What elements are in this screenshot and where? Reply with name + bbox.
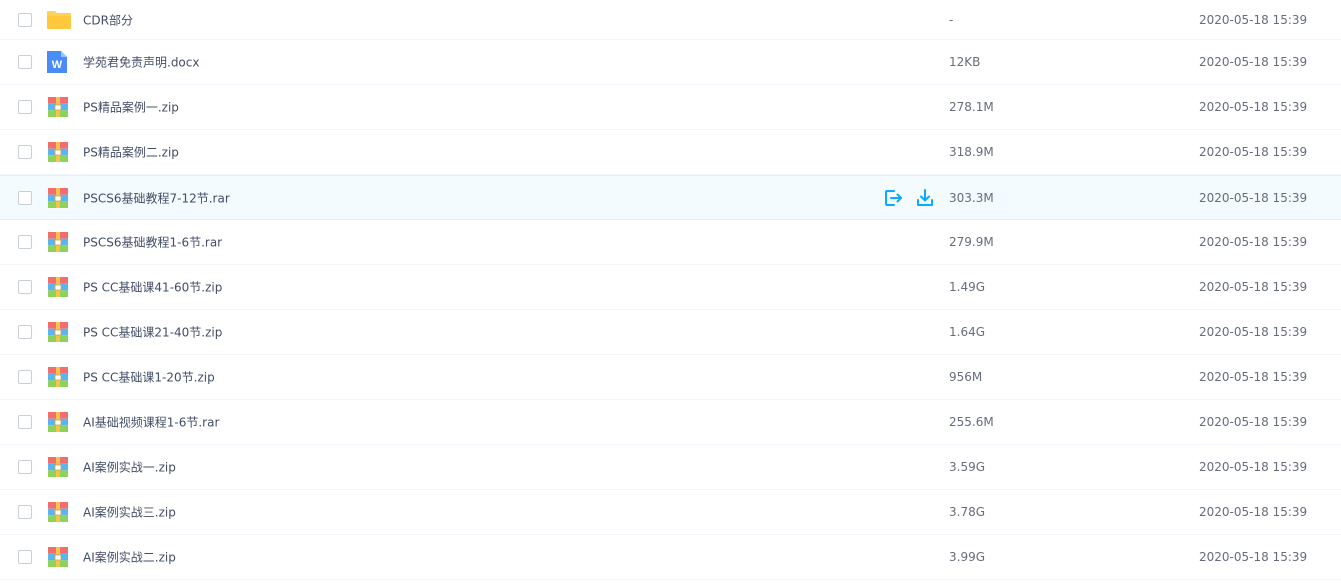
file-row[interactable]: AI基础视频课程1-6节.rar 255.6M 2020-05-18 15:39 (0, 400, 1341, 445)
archive-icon (46, 500, 70, 524)
download-icon[interactable] (915, 188, 935, 208)
row-checkbox[interactable] (18, 460, 32, 474)
file-size: 956M (949, 370, 983, 384)
row-checkbox[interactable] (18, 145, 32, 159)
file-row[interactable]: PSCS6基础教程1-6节.rar 279.9M 2020-05-18 15:3… (0, 220, 1341, 265)
file-date: 2020-05-18 15:39 (1199, 370, 1308, 384)
archive-icon (46, 140, 70, 164)
folder-icon (46, 8, 71, 32)
file-row[interactable]: W 学苑君免责声明.docx 12KB 2020-05-18 15:39 (0, 40, 1341, 85)
file-name[interactable]: PS精品案例二.zip (83, 144, 179, 161)
archive-icon (46, 365, 70, 389)
word-doc-icon: W (46, 50, 70, 74)
row-actions (883, 188, 935, 208)
file-name[interactable]: PS CC基础课41-60节.zip (83, 279, 222, 296)
file-name[interactable]: AI案例实战二.zip (83, 549, 176, 566)
file-row[interactable]: PS CC基础课41-60节.zip 1.49G 2020-05-18 15:3… (0, 265, 1341, 310)
file-size: 279.9M (949, 235, 994, 249)
file-name[interactable]: 学苑君免责声明.docx (83, 54, 199, 71)
file-date: 2020-05-18 15:39 (1199, 145, 1308, 159)
file-date: 2020-05-18 15:39 (1199, 550, 1308, 564)
file-name[interactable]: PS CC基础课21-40节.zip (83, 324, 222, 341)
file-date: 2020-05-18 15:39 (1199, 100, 1308, 114)
file-row[interactable]: AI案例实战三.zip 3.78G 2020-05-18 15:39 (0, 490, 1341, 535)
file-name[interactable]: PS CC基础课1-20节.zip (83, 369, 215, 386)
file-row[interactable]: PS精品案例二.zip 318.9M 2020-05-18 15:39 (0, 130, 1341, 175)
file-row[interactable]: PS CC基础课1-20节.zip 956M 2020-05-18 15:39 (0, 355, 1341, 400)
file-name[interactable]: AI基础视频课程1-6节.rar (83, 414, 219, 431)
row-checkbox[interactable] (18, 280, 32, 294)
file-row[interactable]: CDR部分 - 2020-05-18 15:39 (0, 0, 1341, 40)
file-date: 2020-05-18 15:39 (1199, 280, 1308, 294)
archive-icon (46, 95, 70, 119)
file-date: 2020-05-18 15:39 (1199, 55, 1308, 69)
file-list: CDR部分 - 2020-05-18 15:39 W 学苑君免责声明.docx … (0, 0, 1341, 583)
file-size: 318.9M (949, 145, 994, 159)
archive-icon (46, 230, 70, 254)
file-row[interactable]: PS CC基础课21-40节.zip 1.64G 2020-05-18 15:3… (0, 310, 1341, 355)
file-name[interactable]: CDR部分 (83, 11, 133, 28)
file-size: - (949, 12, 954, 27)
file-row-hovered[interactable]: PSCS6基础教程7-12节.rar 303.3M 2020-05-18 15:… (0, 175, 1341, 220)
file-date: 2020-05-18 15:39 (1199, 12, 1308, 27)
file-name[interactable]: PS精品案例一.zip (83, 99, 179, 116)
file-size: 255.6M (949, 415, 994, 429)
file-row[interactable]: AI案例实战一.zip 3.59G 2020-05-18 15:39 (0, 445, 1341, 490)
file-name[interactable]: AI案例实战一.zip (83, 459, 176, 476)
file-size: 278.1M (949, 100, 994, 114)
row-checkbox[interactable] (18, 325, 32, 339)
word-letter: W (52, 59, 63, 71)
file-row[interactable]: AI案例实战二.zip 3.99G 2020-05-18 15:39 (0, 535, 1341, 580)
archive-icon (46, 545, 70, 569)
file-name[interactable]: PSCS6基础教程7-12节.rar (83, 189, 230, 206)
file-size: 1.64G (949, 325, 986, 339)
file-size: 1.49G (949, 280, 986, 294)
row-checkbox[interactable] (18, 415, 32, 429)
archive-icon (46, 410, 70, 434)
file-date: 2020-05-18 15:39 (1199, 505, 1308, 519)
file-size: 3.78G (949, 505, 986, 519)
share-icon[interactable] (883, 188, 903, 208)
file-name[interactable]: PSCS6基础教程1-6节.rar (83, 234, 222, 251)
file-date: 2020-05-18 15:39 (1199, 190, 1308, 205)
archive-icon (46, 320, 70, 344)
file-date: 2020-05-18 15:39 (1199, 235, 1308, 249)
row-checkbox[interactable] (18, 12, 32, 27)
archive-icon (46, 186, 70, 210)
file-date: 2020-05-18 15:39 (1199, 460, 1308, 474)
row-checkbox[interactable] (18, 370, 32, 384)
file-row[interactable]: PS精品案例一.zip 278.1M 2020-05-18 15:39 (0, 85, 1341, 130)
file-size: 3.59G (949, 460, 986, 474)
archive-icon (46, 275, 70, 299)
file-size: 3.99G (949, 550, 986, 564)
file-size: 303.3M (949, 190, 994, 205)
file-date: 2020-05-18 15:39 (1199, 325, 1308, 339)
archive-icon (46, 455, 70, 479)
row-checkbox[interactable] (18, 190, 32, 205)
row-checkbox[interactable] (18, 550, 32, 564)
row-checkbox[interactable] (18, 235, 32, 249)
row-checkbox[interactable] (18, 55, 32, 69)
row-checkbox[interactable] (18, 100, 32, 114)
file-size: 12KB (949, 55, 981, 69)
row-checkbox[interactable] (18, 505, 32, 519)
file-name[interactable]: AI案例实战三.zip (83, 504, 176, 521)
file-date: 2020-05-18 15:39 (1199, 415, 1308, 429)
